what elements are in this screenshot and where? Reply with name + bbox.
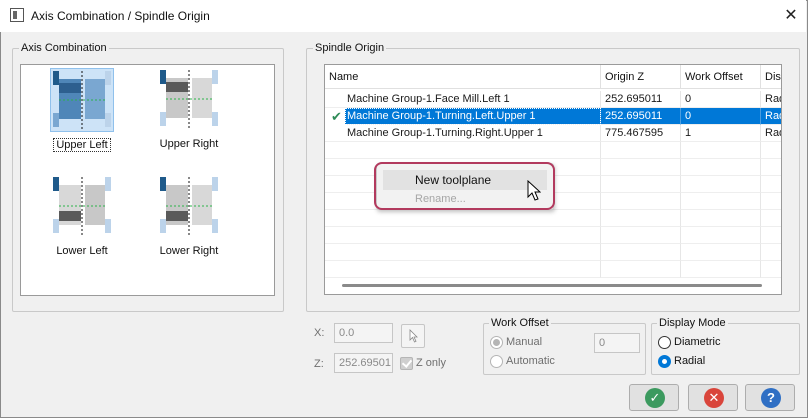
axis-combination-list: Upper Left Upper Right Lower Left Lower … xyxy=(20,64,275,296)
spindle-origin-legend: Spindle Origin xyxy=(313,42,387,54)
ok-button[interactable]: ✓ xyxy=(629,384,679,411)
window-title: Axis Combination / Spindle Origin xyxy=(31,9,210,23)
cell-name: Machine Group-1.Turning.Right.Upper 1 xyxy=(325,125,601,142)
app-icon xyxy=(10,8,24,22)
empty-row xyxy=(325,261,781,278)
z-label: Z: xyxy=(314,358,324,370)
cell-origin-z: 252.695011 xyxy=(601,91,681,108)
cell-origin-z: 775.467595 xyxy=(601,125,681,142)
axis-option-label: Lower Right xyxy=(159,245,219,257)
spindle-upper-right-icon xyxy=(157,68,221,132)
pick-cursor-icon xyxy=(409,329,418,343)
horizontal-scrollbar[interactable] xyxy=(342,284,762,287)
cell-work-offset: 1 xyxy=(681,125,761,142)
column-header-work-offset[interactable]: Work Offset xyxy=(681,65,761,89)
x-label: X: xyxy=(314,327,325,339)
checkmark-icon: ✔ xyxy=(331,109,342,124)
empty-row xyxy=(325,244,781,261)
automatic-radio[interactable] xyxy=(490,355,503,368)
work-offset-input[interactable]: 0 xyxy=(594,333,640,353)
axis-combination-legend: Axis Combination xyxy=(19,42,109,54)
automatic-label: Automatic xyxy=(506,355,555,367)
z-input[interactable]: 252.69501 xyxy=(334,353,393,373)
axis-option-lower-right[interactable]: Lower Right xyxy=(149,175,229,257)
column-header-name[interactable]: Name xyxy=(325,65,601,89)
work-offset-legend: Work Offset xyxy=(489,317,551,329)
cell-display: Rad xyxy=(761,91,781,108)
axis-option-label: Lower Left xyxy=(56,245,108,257)
cell-origin-z: 252.695011 xyxy=(601,108,681,125)
empty-row xyxy=(325,227,781,244)
empty-row xyxy=(325,210,781,227)
axis-option-upper-right[interactable]: Upper Right xyxy=(149,68,229,150)
diametric-radio[interactable] xyxy=(658,336,671,349)
close-window-button[interactable]: ✕ xyxy=(780,5,802,27)
cell-work-offset: 0 xyxy=(681,108,761,125)
title-bar: Axis Combination / Spindle Origin ✕ xyxy=(0,0,806,32)
axis-option-label: Upper Left xyxy=(53,138,111,152)
table-header: Name Origin Z Work Offset Disp xyxy=(325,65,781,89)
table-row[interactable]: Machine Group-1.Turning.Right.Upper 1 77… xyxy=(325,125,781,142)
radial-label: Radial xyxy=(674,355,706,367)
z-only-checkbox[interactable] xyxy=(400,357,413,370)
empty-row xyxy=(325,142,781,159)
spindle-upper-left-icon xyxy=(50,68,114,132)
cell-work-offset: 0 xyxy=(681,91,761,108)
spindle-lower-right-icon xyxy=(157,175,221,239)
cell-name: Machine Group-1.Turning.Left.Upper 1 xyxy=(345,108,601,125)
help-icon: ? xyxy=(761,388,781,408)
cell-display: Rad xyxy=(761,108,781,125)
axis-option-lower-left[interactable]: Lower Left xyxy=(42,175,122,257)
cell-name: Machine Group-1.Face Mill.Left 1 xyxy=(325,91,601,108)
column-header-origin-z[interactable]: Origin Z xyxy=(601,65,681,89)
manual-radio[interactable] xyxy=(490,336,503,349)
diametric-label: Diametric xyxy=(674,336,721,348)
display-mode-group xyxy=(651,323,800,375)
cancel-button[interactable]: ✕ xyxy=(688,384,738,411)
ok-icon: ✓ xyxy=(645,388,665,408)
manual-label: Manual xyxy=(506,336,543,348)
x-input[interactable]: 0.0 xyxy=(334,323,393,343)
axis-option-label: Upper Right xyxy=(159,138,219,150)
z-only-label: Z only xyxy=(416,357,446,369)
radial-radio[interactable] xyxy=(658,355,671,368)
mouse-pointer-icon xyxy=(527,180,541,201)
display-mode-legend: Display Mode xyxy=(657,317,728,329)
spindle-lower-left-icon xyxy=(50,175,114,239)
help-button[interactable]: ? xyxy=(745,384,795,411)
column-header-display[interactable]: Disp xyxy=(761,65,781,89)
table-row[interactable]: Machine Group-1.Face Mill.Left 1 252.695… xyxy=(325,91,781,108)
cell-display: Rad xyxy=(761,125,781,142)
pick-point-button[interactable] xyxy=(401,324,425,348)
table-row[interactable]: Machine Group-1.Turning.Left.Upper 1 252… xyxy=(325,108,781,125)
axis-option-upper-left[interactable]: Upper Left xyxy=(42,68,122,152)
cancel-icon: ✕ xyxy=(704,388,724,408)
